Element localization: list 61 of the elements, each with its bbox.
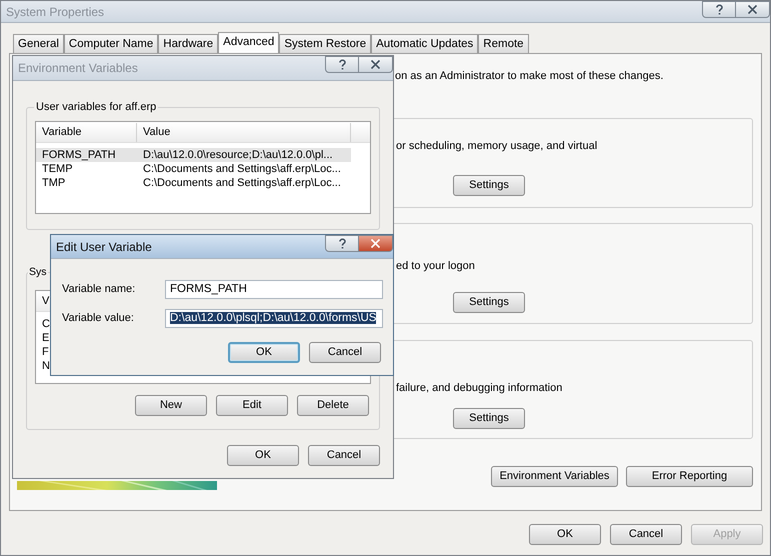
close-button[interactable] [359, 235, 393, 252]
table-cell-text: E [41, 331, 50, 345]
close-button[interactable] [359, 56, 393, 73]
field-label: Variable name: [62, 283, 136, 296]
tab[interactable]: Computer Name [64, 34, 158, 53]
tab[interactable]: Remote [478, 34, 529, 53]
window-title: Edit User Variable [56, 238, 152, 256]
input-field[interactable]: D:\au\12.0.0\plsql;D:\au\12.0.0\forms\US [165, 309, 383, 328]
group-label: User variables for aff.erp [34, 101, 158, 114]
column-header[interactable]: Value [137, 123, 351, 142]
description-text: ed to your logon [396, 260, 476, 273]
close-icon [747, 4, 758, 15]
list-row[interactable]: FORMS_PATH D:\au\12.0.0\resource;D:\au\12.0.0\pl... [36, 148, 351, 162]
table-cell-text: C:\Documents and Settings\aff.erp\Loc... [142, 162, 341, 176]
panel-button[interactable]: Environment Variables [491, 466, 618, 487]
dialog-button[interactable]: OK [529, 524, 601, 545]
list-button[interactable]: Delete [297, 395, 369, 416]
tab[interactable]: Advanced [218, 32, 280, 54]
list-row[interactable]: TEMP C:\Documents and Settings\aff.erp\Loc... [36, 162, 351, 176]
close-button[interactable] [736, 1, 770, 18]
settings-button[interactable]: Settings [453, 175, 525, 196]
description-text: failure, and debugging information [396, 382, 564, 395]
list-row[interactable]: TMP C:\Documents and Settings\aff.erp\Loc... [36, 176, 351, 190]
tab[interactable]: General [13, 34, 64, 53]
close-icon [370, 238, 381, 249]
help-icon [714, 4, 724, 15]
tab[interactable]: Hardware [158, 34, 218, 53]
group-label: Sys [28, 266, 48, 279]
field-label: Variable value: [62, 312, 135, 325]
help-icon [336, 59, 348, 70]
settings-button[interactable]: Settings [453, 408, 525, 429]
close-icon [370, 59, 381, 70]
input-field[interactable]: FORMS_PATH [165, 280, 383, 299]
tab[interactable]: System Restore [279, 34, 372, 53]
column-header[interactable]: Variable [36, 123, 137, 142]
table-cell-text: N [41, 359, 50, 373]
tab[interactable]: Automatic Updates [371, 34, 478, 53]
dialog-button[interactable]: OK [228, 342, 300, 363]
dialog-button[interactable]: Cancel [610, 524, 682, 545]
settings-button[interactable]: Settings [453, 292, 525, 313]
table-cell-text: TEMP [41, 162, 74, 176]
table-cell-text: F [41, 345, 49, 359]
list-button[interactable]: Edit [216, 395, 288, 416]
dialog-button[interactable]: OK [227, 445, 299, 466]
help-button[interactable] [325, 235, 359, 252]
table-cell-text: C [41, 317, 50, 331]
help-button[interactable] [702, 1, 736, 18]
window-title: Environment Variables [18, 60, 138, 77]
list-button[interactable]: New [135, 395, 207, 416]
help-button[interactable] [325, 56, 359, 73]
admin-note: on as an Administrator to make most of these changes. [395, 70, 664, 83]
panel-button[interactable]: Error Reporting [626, 466, 753, 487]
dialog-button[interactable]: Cancel [309, 342, 381, 363]
dialog-button[interactable]: Cancel [308, 445, 380, 466]
table-cell-text: FORMS_PATH [41, 148, 117, 162]
table-cell-text: C:\Documents and Settings\aff.erp\Loc... [142, 176, 341, 190]
description-text: or scheduling, memory usage, and virtual [396, 140, 598, 153]
table-cell-text: TMP [41, 176, 66, 190]
help-icon [336, 238, 348, 249]
window-title: System Properties [6, 4, 104, 20]
table-cell-text: D:\au\12.0.0\resource;D:\au\12.0.0\pl... [142, 148, 333, 162]
